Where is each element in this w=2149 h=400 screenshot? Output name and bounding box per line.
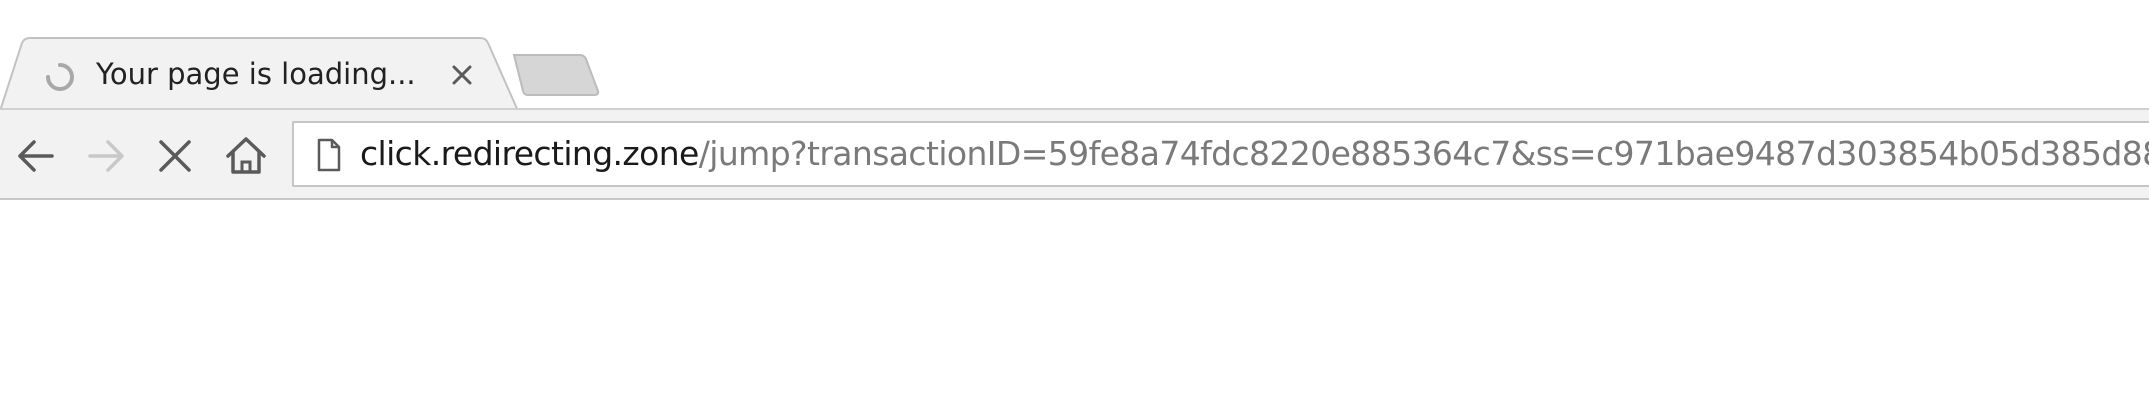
browser-window: Your page is loading... click.redirectin… [0, 0, 2149, 400]
loading-spinner-icon [43, 60, 77, 94]
stop-button[interactable] [149, 130, 201, 182]
home-button[interactable] [220, 130, 272, 182]
url-host: click.redirecting.zone [360, 134, 699, 173]
tab-title: Your page is loading... [96, 57, 416, 91]
new-tab-button[interactable] [512, 53, 600, 97]
arrow-right-icon [88, 140, 124, 172]
forward-button[interactable] [80, 130, 132, 182]
url-path: /jump?transactionID=59fe8a74fdc8220e8853… [698, 134, 2149, 173]
arrow-left-icon [18, 140, 54, 172]
active-tab[interactable]: Your page is loading... [0, 37, 525, 111]
page-icon [316, 138, 342, 172]
url-text[interactable]: click.redirecting.zone/jump?transactionI… [360, 132, 2149, 176]
tab-strip: Your page is loading... [0, 0, 2149, 111]
new-tab-icon [512, 54, 600, 96]
browser-toolbar: click.redirecting.zone/jump?transactionI… [0, 108, 2149, 200]
back-button[interactable] [10, 130, 62, 182]
page-content [0, 200, 2149, 400]
home-icon [226, 137, 266, 174]
address-bar[interactable]: click.redirecting.zone/jump?transactionI… [292, 121, 2149, 187]
tab-close-icon[interactable] [448, 61, 476, 89]
close-icon [159, 140, 191, 172]
